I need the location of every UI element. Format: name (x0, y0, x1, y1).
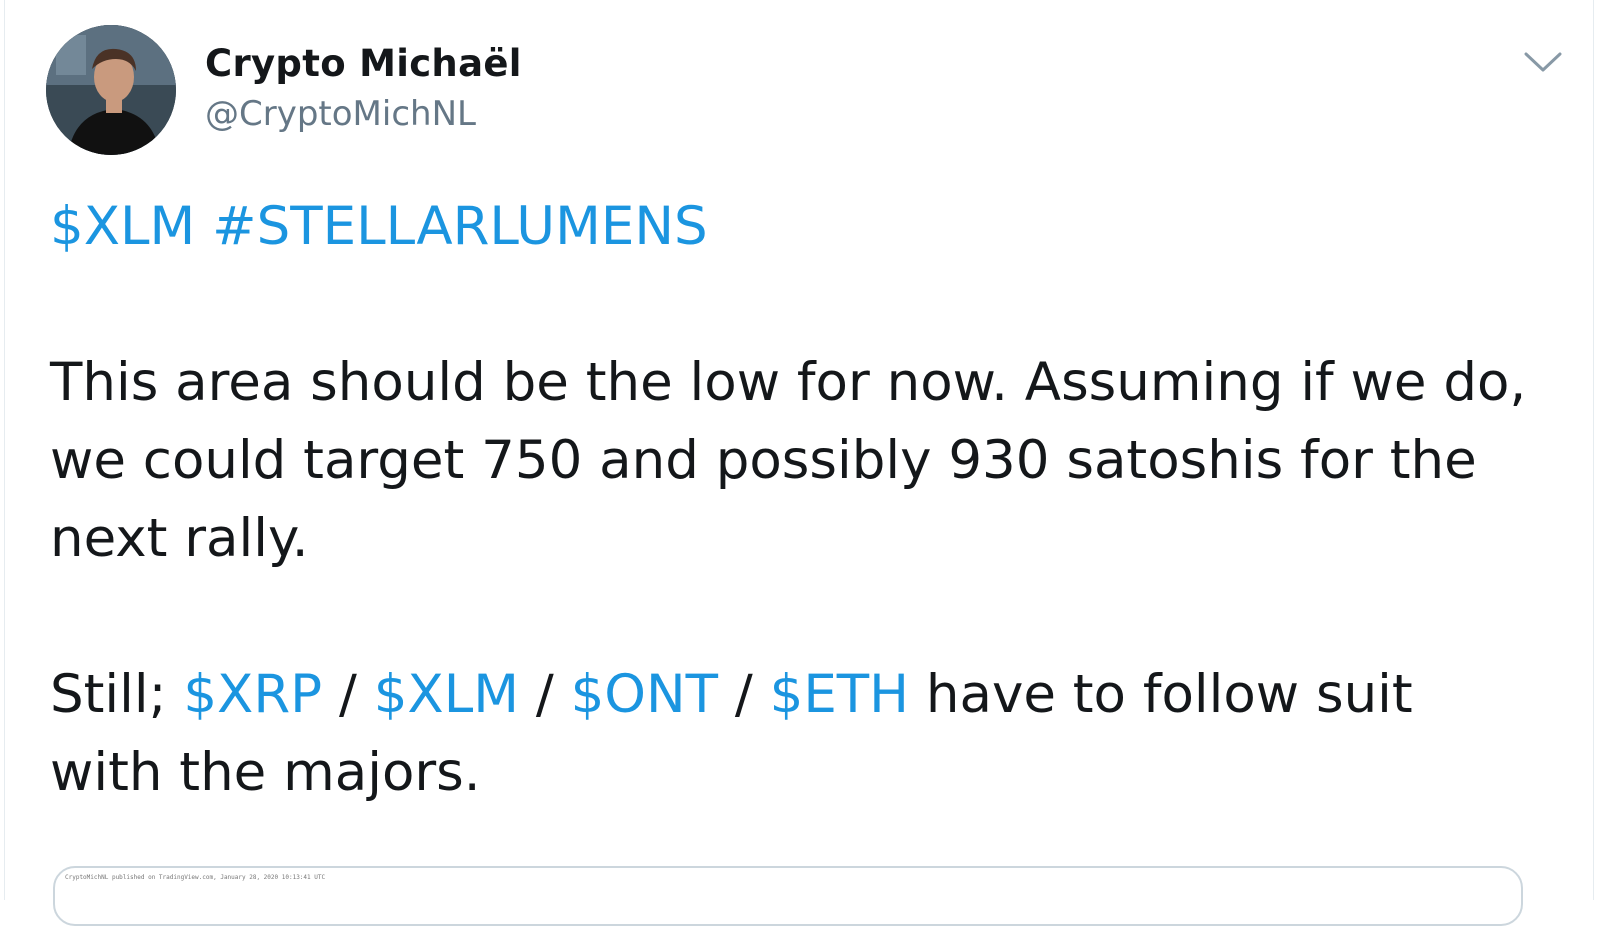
tweet-text-line: Still; $XRP / $XLM / $ONT / $ETH have to… (50, 656, 1550, 734)
tweet-card: Crypto Michaël @CryptoMichNL $XLM #STELL… (4, 0, 1594, 926)
cashtag-link[interactable]: $XLM (374, 664, 519, 725)
media-card[interactable]: CryptoMichNL published on TradingView.co… (53, 866, 1523, 926)
separator: / (718, 664, 770, 725)
author-name[interactable]: Crypto Michaël (205, 42, 522, 85)
media-caption: CryptoMichNL published on TradingView.co… (65, 874, 326, 881)
chevron-down-icon (1524, 52, 1562, 72)
avatar-image (46, 25, 176, 155)
separator: / (322, 664, 374, 725)
tweet-text-line: This area should be the low for now. Ass… (50, 352, 1527, 413)
avatar[interactable] (46, 25, 176, 155)
cashtag-link[interactable]: $XLM (50, 196, 195, 257)
cashtag-link[interactable]: $ONT (571, 664, 718, 725)
tweet-text-fragment: have to follow suit (909, 664, 1413, 725)
separator: / (519, 664, 571, 725)
tweet-menu-button[interactable] (1523, 46, 1563, 76)
tweet-text-line: next rally. (50, 508, 309, 569)
tweet-text-fragment: Still; (50, 664, 184, 725)
hashtag-link[interactable]: #STELLARLUMENS (212, 196, 707, 257)
tweet-tags-line: $XLM #STELLARLUMENS (50, 188, 1550, 266)
author-handle[interactable]: @CryptoMichNL (205, 94, 476, 134)
cashtag-link[interactable]: $XRP (183, 664, 322, 725)
tweet-text: $XLM #STELLARLUMENS This area should be … (50, 188, 1550, 812)
cashtag-link[interactable]: $ETH (770, 664, 909, 725)
tweet-text-line: we could target 750 and possibly 930 sat… (50, 430, 1477, 491)
tweet-text-line: with the majors. (50, 742, 481, 803)
